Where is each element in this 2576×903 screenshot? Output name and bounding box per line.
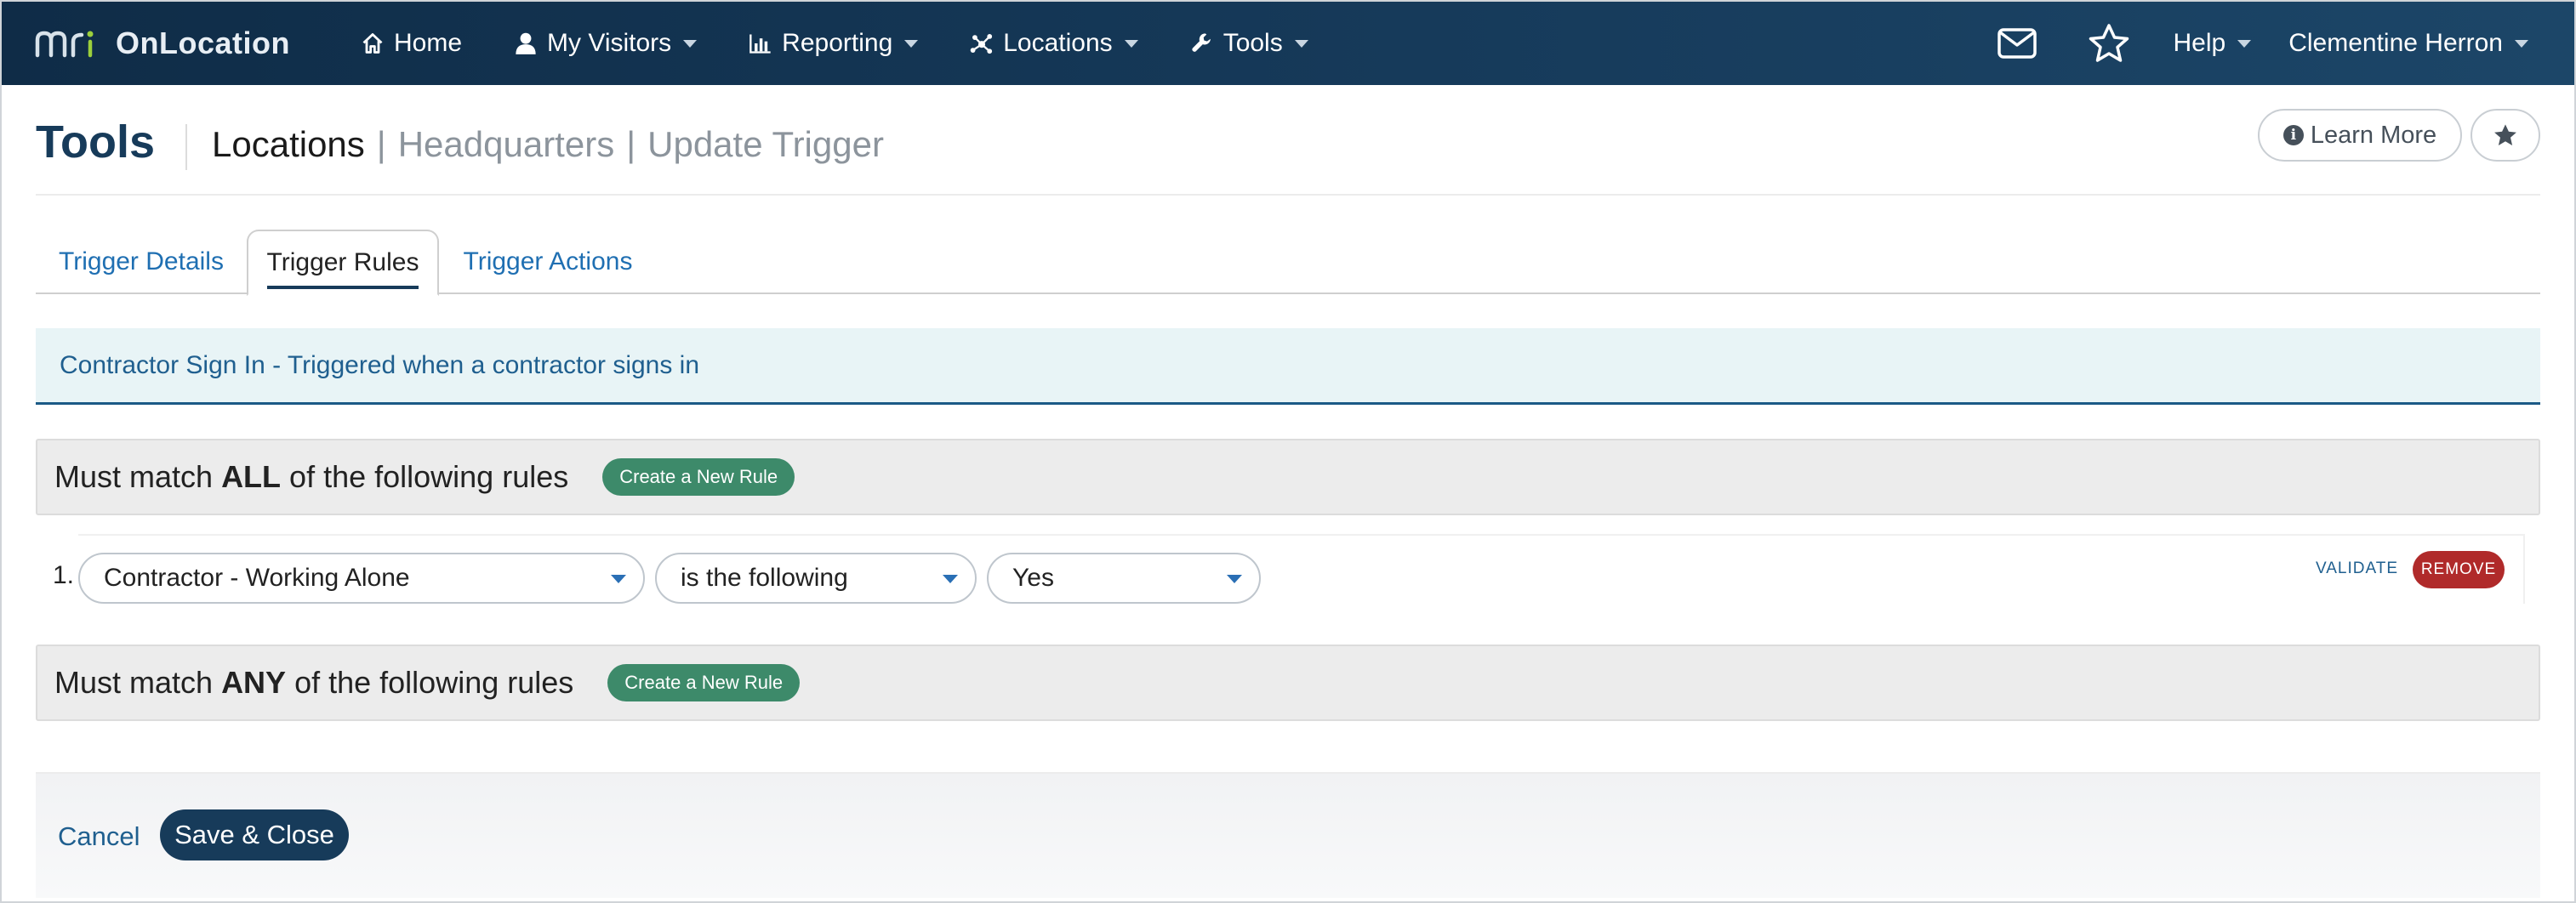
envelope-icon	[1997, 28, 2037, 59]
rule-field-select[interactable]: Contractor - Working Alone	[78, 553, 645, 604]
breadcrumb-location: Headquarters	[397, 124, 615, 164]
rule-group-prefix: Must match	[54, 665, 222, 700]
tab-label: Trigger Actions	[463, 247, 633, 275]
rule-group-suffix: of the following rules	[286, 665, 574, 700]
caret-down-icon	[611, 575, 626, 583]
tab-trigger-details[interactable]: Trigger Details	[43, 230, 240, 294]
rule-group-keyword: ALL	[221, 459, 282, 494]
help-menu[interactable]: Help	[2155, 1, 2271, 86]
validate-rule-link[interactable]: VALIDATE	[2316, 559, 2398, 578]
brand-name: OnLocation	[116, 26, 290, 60]
trigger-tabs: Trigger Details Trigger Rules Trigger Ac…	[36, 230, 2540, 296]
rule-group-heading: Must match ALL of the following rules	[54, 459, 568, 495]
nav-item-tools[interactable]: Tools	[1164, 1, 1334, 86]
rule-field-value: Contractor - Working Alone	[104, 564, 410, 592]
star-icon	[2494, 124, 2516, 145]
home-icon	[360, 31, 385, 56]
page-title: Tools	[36, 116, 155, 168]
nav-item-label: Tools	[1222, 29, 1283, 57]
bar-chart-icon	[748, 31, 773, 56]
rule-value-select[interactable]: Yes	[987, 553, 1261, 604]
rule-group-all: Must match ALL of the following rules Cr…	[36, 439, 2540, 515]
rule-operator-value: is the following	[681, 564, 848, 592]
wrench-icon	[1189, 31, 1215, 56]
nav-item-locations[interactable]: Locations	[943, 1, 1163, 86]
user-name: Clementine Herron	[2288, 29, 2503, 57]
rule-group-heading: Must match ANY of the following rules	[54, 665, 573, 701]
save-and-close-button[interactable]: Save & Close	[160, 809, 349, 860]
breadcrumb-separator: |	[626, 124, 636, 164]
tab-trigger-actions[interactable]: Trigger Actions	[447, 230, 648, 294]
user-icon	[513, 31, 539, 56]
nav-item-my-visitors[interactable]: My Visitors	[487, 1, 722, 86]
favorites-button[interactable]	[2063, 1, 2155, 86]
caret-down-icon	[1227, 575, 1242, 583]
user-menu[interactable]: Clementine Herron	[2270, 1, 2547, 86]
create-new-rule-button[interactable]: Create a New Rule	[602, 458, 795, 496]
main-menu: Home My Visitors Reporting Locations Too…	[334, 1, 1334, 86]
rule-value: Yes	[1012, 564, 1054, 592]
breadcrumb-page: Update Trigger	[647, 124, 884, 164]
rule-group-prefix: Must match	[54, 459, 222, 494]
top-navigation-bar: OnLocation Home My Visitors Reporting Lo…	[0, 0, 2576, 85]
mri-logo	[35, 31, 94, 58]
learn-more-label: Learn More	[2310, 121, 2437, 149]
nav-item-label: Home	[394, 29, 463, 57]
add-to-favorites-button[interactable]	[2471, 109, 2540, 162]
title-divider	[185, 124, 187, 170]
chevron-down-icon	[904, 39, 919, 48]
brand[interactable]: OnLocation	[34, 1, 290, 86]
chevron-down-icon	[683, 39, 698, 48]
nav-item-label: Locations	[1003, 29, 1113, 57]
info-icon: i	[2282, 125, 2304, 145]
nav-item-label: My Visitors	[547, 29, 672, 57]
rule-operator-select[interactable]: is the following	[655, 553, 977, 604]
remove-rule-button[interactable]: REMOVE	[2413, 551, 2505, 588]
messages-button[interactable]	[1971, 1, 2063, 86]
learn-more-button[interactable]: i Learn More	[2258, 109, 2462, 162]
trigger-description: Contractor Sign In - Triggered when a co…	[60, 350, 700, 379]
network-icon	[969, 31, 994, 56]
rule-group-any: Must match ANY of the following rules Cr…	[36, 645, 2540, 721]
nav-item-reporting[interactable]: Reporting	[722, 1, 943, 86]
help-label: Help	[2173, 29, 2226, 57]
chevron-down-icon	[2237, 39, 2252, 48]
chevron-down-icon	[1124, 39, 1138, 48]
breadcrumb: Locations | Headquarters | Update Trigger	[212, 124, 884, 165]
tab-label: Trigger Details	[59, 247, 224, 275]
chevron-down-icon	[1294, 39, 1308, 48]
breadcrumb-section: Locations	[212, 124, 365, 164]
create-new-rule-button[interactable]: Create a New Rule	[607, 664, 801, 701]
rule-group-suffix: of the following rules	[281, 459, 569, 494]
trigger-description-banner: Contractor Sign In - Triggered when a co…	[36, 328, 2540, 405]
nav-item-home[interactable]: Home	[334, 1, 487, 86]
chevron-down-icon	[2515, 39, 2528, 48]
tab-trigger-rules[interactable]: Trigger Rules	[247, 230, 439, 296]
user-menu-area: Help Clementine Herron	[1971, 1, 2547, 86]
breadcrumb-separator: |	[376, 124, 386, 164]
star-icon	[2089, 24, 2129, 62]
rule-number: 1.	[53, 561, 75, 589]
tab-label: Trigger Rules	[266, 248, 419, 289]
cancel-button[interactable]: Cancel	[58, 821, 140, 852]
rule-group-keyword: ANY	[221, 665, 287, 700]
form-footer: Cancel Save & Close	[36, 772, 2540, 898]
nav-item-label: Reporting	[782, 29, 893, 57]
page-header: Tools Locations | Headquarters | Update Trig…	[36, 102, 2540, 196]
caret-down-icon	[943, 575, 958, 583]
